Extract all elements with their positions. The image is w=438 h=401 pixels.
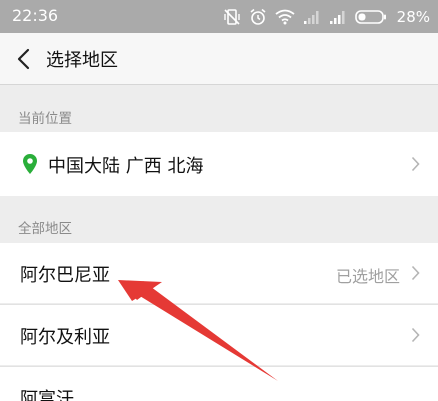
selected-region-badge: 已选地区 [335, 267, 400, 286]
page-title: 选择地区 [46, 50, 118, 71]
chevron-left-icon[interactable] [14, 47, 34, 71]
region-name: 阿尔巴尼亚 [20, 265, 110, 286]
title-bar: 选择地区 [0, 33, 438, 85]
status-bar: 22:36 28% [0, 0, 438, 33]
signal-icon [303, 11, 319, 24]
signal-icon [329, 11, 345, 24]
current-location-row[interactable]: 中国大陆 广西 北海 [0, 132, 438, 196]
chevron-right-icon [411, 327, 420, 343]
region-item-algeria[interactable]: 阿尔及利亚 [0, 305, 438, 365]
wifi-icon [275, 9, 295, 25]
section-header-all: 全部地区 [18, 221, 72, 237]
location-pin-icon [23, 154, 37, 174]
region-item-afghanistan[interactable]: 阿富汗 [0, 367, 438, 401]
status-icons: 28% [223, 6, 430, 28]
chevron-right-icon [411, 265, 420, 281]
status-time: 22:36 [12, 6, 59, 25]
alarm-icon [250, 8, 266, 25]
current-location-label: 中国大陆 广西 北海 [48, 156, 204, 177]
region-name: 阿富汗 [20, 389, 74, 401]
section-header-current: 当前位置 [18, 111, 72, 127]
region-item-albania[interactable]: 阿尔巴尼亚 已选地区 [0, 243, 438, 303]
chevron-right-icon [411, 156, 420, 172]
vibrate-off-icon [223, 9, 240, 25]
battery-percentage: 28% [396, 8, 430, 26]
battery-icon [354, 10, 386, 24]
region-name: 阿尔及利亚 [20, 327, 110, 348]
